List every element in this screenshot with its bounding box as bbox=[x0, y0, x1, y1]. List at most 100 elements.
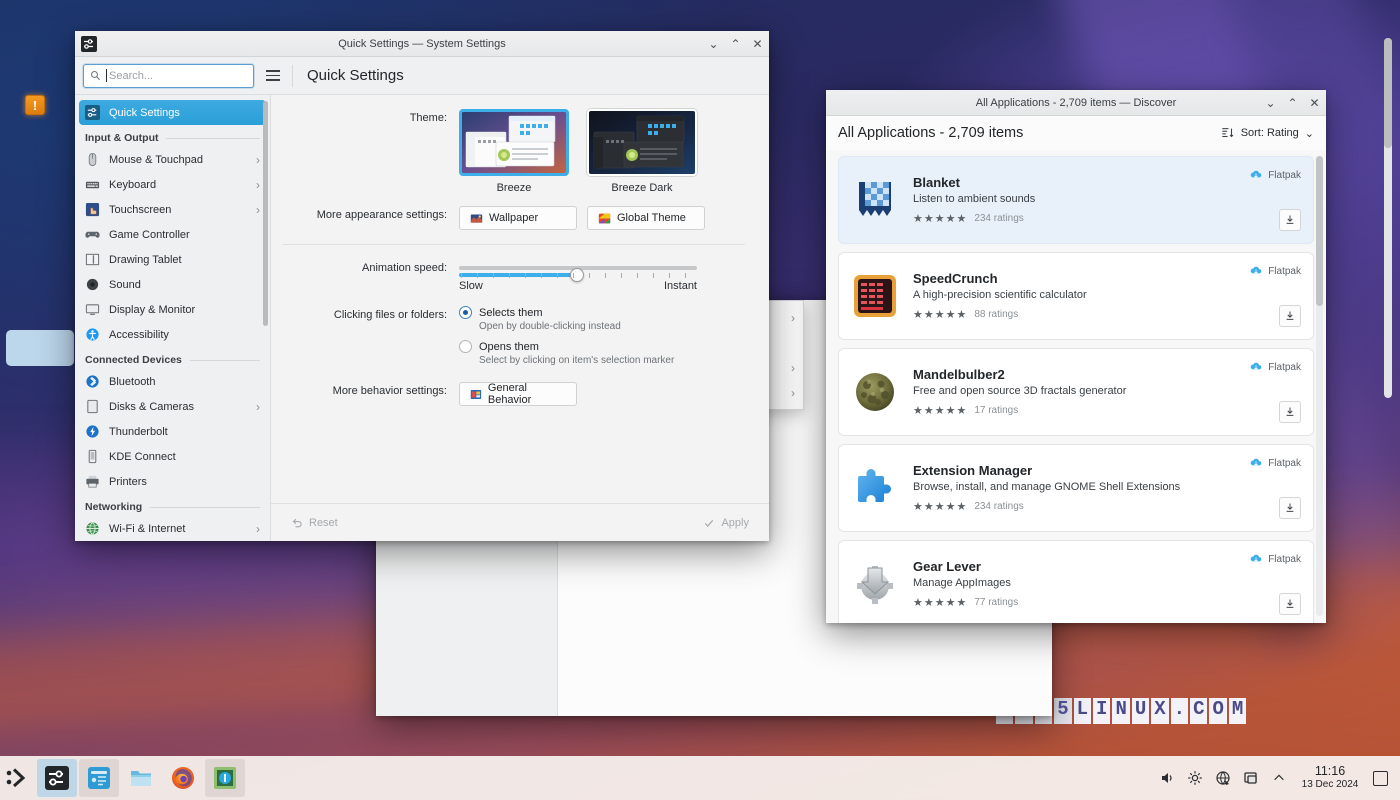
close-button[interactable]: ✕ bbox=[1308, 97, 1321, 110]
volume-icon[interactable] bbox=[1159, 770, 1175, 786]
background-window-scrollbar[interactable] bbox=[1384, 38, 1392, 398]
wallpaper-button[interactable]: Wallpaper bbox=[459, 206, 577, 230]
tablet-icon bbox=[85, 252, 100, 267]
install-button[interactable] bbox=[1279, 209, 1301, 231]
sidebar-item-game-controller[interactable]: Game Controller bbox=[79, 222, 266, 247]
cloud-download-icon bbox=[1249, 361, 1263, 373]
sort-icon bbox=[1221, 126, 1235, 140]
sidebar-item-printers[interactable]: Printers bbox=[79, 469, 266, 494]
theme-card-breeze[interactable]: Breeze bbox=[459, 109, 569, 194]
list-item[interactable]: Blanket Listen to ambient sounds ★★★★★ 2… bbox=[838, 156, 1314, 244]
app-description: Browse, install, and manage GNOME Shell … bbox=[913, 481, 1249, 493]
radio-label: Selects them bbox=[479, 307, 543, 319]
sidebar-item-mouse-touchpad[interactable]: Mouse & Touchpad › bbox=[79, 147, 266, 172]
list-item[interactable]: SpeedCrunch A high-precision scientific … bbox=[838, 252, 1314, 340]
watermark-char: I bbox=[1093, 698, 1110, 724]
tray-expand-icon[interactable] bbox=[1271, 770, 1287, 786]
taskbar-item-info-center[interactable] bbox=[205, 759, 245, 797]
system-settings-window[interactable]: Quick Settings — System Settings ⌄ ⌃ ✕ S… bbox=[75, 31, 769, 541]
sidebar-item-quick-settings[interactable]: Quick Settings bbox=[79, 100, 266, 125]
sidebar-item-accessibility[interactable]: Accessibility bbox=[79, 322, 266, 347]
maximize-button[interactable]: ⌃ bbox=[1286, 97, 1299, 110]
plasma-launcher-icon bbox=[5, 767, 31, 789]
discover-window[interactable]: All Applications - 2,709 items — Discove… bbox=[826, 90, 1326, 623]
network-icon[interactable] bbox=[1215, 770, 1231, 786]
watermark-char: C bbox=[1190, 698, 1207, 724]
taskbar-item-system-settings[interactable] bbox=[37, 759, 77, 797]
install-button[interactable] bbox=[1279, 305, 1301, 327]
sidebar-item-display-monitor[interactable]: Display & Monitor bbox=[79, 297, 266, 322]
taskbar-panel[interactable]: 11:16 13 Dec 2024 bbox=[0, 756, 1400, 800]
origin-label: Flatpak bbox=[1268, 362, 1301, 373]
general-behavior-button[interactable]: General Behavior bbox=[459, 382, 577, 406]
animation-speed-slider[interactable] bbox=[459, 266, 697, 279]
radio-button[interactable] bbox=[459, 306, 472, 319]
apply-button[interactable]: Apply bbox=[695, 513, 757, 533]
system-tray[interactable]: 11:16 13 Dec 2024 bbox=[1159, 756, 1400, 800]
cloud-download-icon bbox=[1249, 265, 1263, 277]
sidebar-item-keyboard[interactable]: Keyboard › bbox=[79, 172, 266, 197]
reset-button[interactable]: Reset bbox=[283, 513, 346, 533]
sidebar-item-sound[interactable]: Sound bbox=[79, 272, 266, 297]
clicking-label: Clicking files or folders: bbox=[271, 306, 459, 374]
global-theme-button[interactable]: Global Theme bbox=[587, 206, 705, 230]
taskbar-item-discover[interactable] bbox=[79, 759, 119, 797]
list-item[interactable]: Mandelbulber2 Free and open source 3D fr… bbox=[838, 348, 1314, 436]
download-icon bbox=[1284, 214, 1296, 226]
brightness-icon[interactable] bbox=[1187, 770, 1203, 786]
background-window-selected-row[interactable] bbox=[6, 330, 74, 366]
app-rating: ★★★★★ 234 ratings bbox=[913, 500, 1249, 513]
sidebar-item-touchscreen[interactable]: Touchscreen › bbox=[79, 197, 266, 222]
warning-icon: ! bbox=[25, 95, 45, 115]
taskbar-item-firefox[interactable] bbox=[163, 759, 203, 797]
blanket-icon bbox=[851, 176, 899, 224]
system-settings-titlebar[interactable]: Quick Settings — System Settings ⌄ ⌃ ✕ bbox=[75, 31, 769, 57]
sort-label: Sort: Rating bbox=[1241, 127, 1299, 139]
discover-titlebar[interactable]: All Applications - 2,709 items — Discove… bbox=[826, 90, 1326, 116]
application-list[interactable]: Blanket Listen to ambient sounds ★★★★★ 2… bbox=[826, 150, 1326, 623]
radio-button[interactable] bbox=[459, 340, 472, 353]
theme-thumbnail bbox=[587, 109, 697, 176]
theme-chooser[interactable]: Breeze bbox=[459, 109, 769, 194]
minimize-button[interactable]: ⌄ bbox=[1264, 97, 1277, 110]
quick-settings-form: Theme: bbox=[271, 95, 769, 503]
system-settings-title: Quick Settings — System Settings bbox=[75, 38, 769, 50]
origin-badge: Flatpak bbox=[1249, 457, 1301, 469]
sidebar-item-wifi-internet[interactable]: Wi-Fi & Internet › bbox=[79, 516, 266, 541]
application-list-scrollbar[interactable] bbox=[1316, 156, 1323, 616]
sidebar-scrollbar[interactable] bbox=[263, 101, 268, 326]
radio-selects-them[interactable]: Selects them bbox=[459, 306, 769, 319]
radio-opens-them[interactable]: Opens them bbox=[459, 340, 769, 353]
sort-control[interactable]: Sort: Rating ⌄ bbox=[1221, 126, 1314, 140]
maximize-button[interactable]: ⌃ bbox=[729, 38, 742, 51]
clipboard-icon[interactable] bbox=[1243, 770, 1259, 786]
chevron-right-icon: › bbox=[256, 178, 260, 192]
digital-clock[interactable]: 11:16 13 Dec 2024 bbox=[1299, 765, 1361, 791]
sidebar-item-bluetooth[interactable]: Bluetooth bbox=[79, 369, 266, 394]
sidebar-item-drawing-tablet[interactable]: Drawing Tablet bbox=[79, 247, 266, 272]
search-input[interactable]: Search... bbox=[83, 64, 254, 88]
install-button[interactable] bbox=[1279, 401, 1301, 423]
list-item[interactable]: Extension Manager Browse, install, and m… bbox=[838, 444, 1314, 532]
thunderbolt-icon bbox=[85, 424, 100, 439]
clicking-behavior-row: Clicking files or folders: Selects them … bbox=[271, 306, 769, 374]
star-rating: ★★★★★ bbox=[913, 500, 967, 513]
install-button[interactable] bbox=[1279, 593, 1301, 615]
sidebar-item-thunderbolt[interactable]: Thunderbolt bbox=[79, 419, 266, 444]
taskbar-item-dolphin[interactable] bbox=[121, 759, 161, 797]
settings-sliders-icon bbox=[45, 766, 69, 790]
sidebar-item-disks-cameras[interactable]: Disks & Cameras › bbox=[79, 394, 266, 419]
install-button[interactable] bbox=[1279, 497, 1301, 519]
close-button[interactable]: ✕ bbox=[751, 38, 764, 51]
show-desktop-button[interactable] bbox=[1373, 771, 1388, 786]
menu-icon[interactable] bbox=[260, 63, 286, 89]
watermark-char: 5 bbox=[1054, 698, 1071, 724]
theme-card-breeze-dark[interactable]: Breeze Dark bbox=[587, 109, 697, 194]
app-description: Free and open source 3D fractals generat… bbox=[913, 385, 1249, 397]
list-item[interactable]: Gear Lever Manage AppImages ★★★★★ 77 rat… bbox=[838, 540, 1314, 623]
application-launcher-button[interactable] bbox=[0, 756, 36, 800]
system-settings-sidebar[interactable]: Quick Settings Input & Output Mouse & To… bbox=[75, 95, 271, 541]
sidebar-item-kde-connect[interactable]: KDE Connect bbox=[79, 444, 266, 469]
app-rating: ★★★★★ 234 ratings bbox=[913, 212, 1249, 225]
minimize-button[interactable]: ⌄ bbox=[707, 38, 720, 51]
